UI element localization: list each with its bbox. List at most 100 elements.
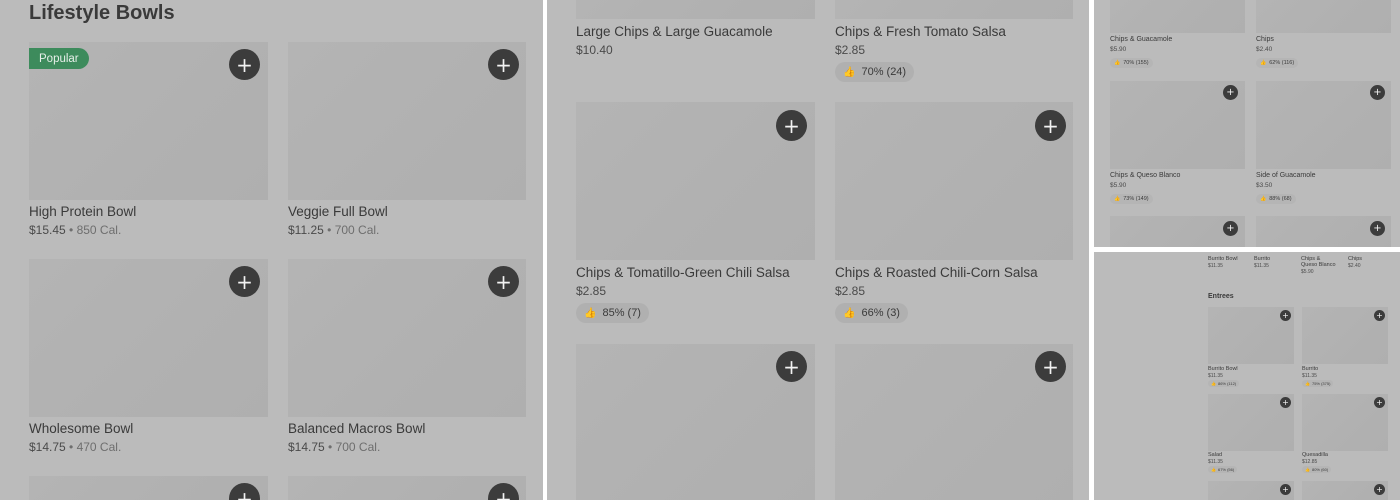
rating-pill: 👍 88% (68) xyxy=(1256,194,1296,204)
thumbs-up-icon: 👍 xyxy=(1305,381,1310,386)
thumbs-up-icon: 👍 xyxy=(1260,60,1267,66)
add-item-button[interactable]: + xyxy=(1280,484,1291,495)
item-name[interactable]: Large Chips & Large Guacamole xyxy=(576,24,773,39)
add-item-button[interactable]: + xyxy=(229,49,260,80)
item-name[interactable]: Burrito Bowl xyxy=(1208,366,1238,372)
item-name[interactable]: Chips & Tomatillo-Green Chili Salsa xyxy=(576,265,790,280)
plus-icon: + xyxy=(1226,87,1235,98)
item-name[interactable]: Quesadilla xyxy=(1302,452,1328,458)
item-price-calories: $14.75 • 700 Cal. xyxy=(288,440,381,454)
item-name[interactable]: Burrito xyxy=(1254,256,1270,262)
item-price: $12.85 xyxy=(1302,459,1318,465)
product-image-chips[interactable] xyxy=(1256,0,1391,33)
plus-icon: + xyxy=(1376,485,1383,494)
plus-icon: + xyxy=(1376,398,1383,407)
item-price: $11.35 xyxy=(1208,459,1223,465)
item-price: $10.40 xyxy=(576,43,613,57)
plus-icon: + xyxy=(1042,354,1059,379)
item-price: $2.85 xyxy=(576,284,607,298)
rating-pill: 👍 70% (24) xyxy=(835,62,915,82)
add-item-button[interactable]: + xyxy=(488,266,519,297)
add-item-button[interactable]: + xyxy=(1035,110,1066,141)
product-image-large-chips-large-guacamole[interactable] xyxy=(576,0,815,19)
plus-icon: + xyxy=(1376,311,1383,320)
item-name[interactable]: Side of Guacamole xyxy=(1256,172,1316,179)
rating-pill: 👍 75% (375) xyxy=(1302,380,1334,387)
item-name[interactable]: Balanced Macros Bowl xyxy=(288,421,425,436)
plus-icon: + xyxy=(1282,398,1289,407)
add-item-button[interactable]: + xyxy=(229,266,260,297)
plus-icon: + xyxy=(236,52,253,77)
plus-icon: + xyxy=(1373,87,1382,98)
item-name[interactable]: Chips xyxy=(1348,256,1362,262)
item-price: $5.90 xyxy=(1110,46,1127,53)
add-item-button[interactable]: + xyxy=(776,351,807,382)
add-item-button[interactable]: + xyxy=(1223,85,1238,100)
item-price: $5.90 xyxy=(1110,182,1127,189)
item-name[interactable]: Chips & Fresh Tomato Salsa xyxy=(835,24,1006,39)
item-price: $2.85 xyxy=(835,43,866,57)
item-price: $11.35 xyxy=(1208,263,1223,269)
plus-icon: + xyxy=(783,354,800,379)
rating-pill: 👍 67% (56) xyxy=(1208,466,1238,473)
popular-badge: Popular xyxy=(29,48,89,69)
item-name[interactable]: Chips & Queso Blanco xyxy=(1110,172,1180,179)
thumbs-up-icon: 👍 xyxy=(1211,467,1216,472)
sides-panel: Large Chips & Large Guacamole $10.40 Chi… xyxy=(547,0,1089,500)
section-title-entrees: Entrees xyxy=(1208,293,1234,300)
add-item-button[interactable]: + xyxy=(1035,351,1066,382)
add-item-button[interactable]: + xyxy=(1374,397,1385,408)
add-item-button[interactable]: + xyxy=(1280,397,1291,408)
add-item-button[interactable]: + xyxy=(1280,310,1291,321)
item-name[interactable]: Chips & Guacamole xyxy=(1110,36,1172,43)
add-item-button[interactable]: + xyxy=(488,49,519,80)
rating-pill: 👍 85% (7) xyxy=(576,303,649,323)
rating-pill: 👍 86% (112) xyxy=(1208,380,1240,387)
item-price: $11.35 xyxy=(1254,263,1269,269)
entrees-panel: Burrito Bowl $11.35 Burrito $11.35 Chips… xyxy=(1094,252,1400,500)
item-price: $5.90 xyxy=(1301,269,1314,275)
item-name[interactable]: Salad xyxy=(1208,452,1222,458)
thumbs-up-icon: 👍 xyxy=(1305,467,1310,472)
product-image-chips-fresh-tomato-salsa[interactable] xyxy=(835,0,1073,19)
add-item-button[interactable]: + xyxy=(1370,221,1385,236)
plus-icon: + xyxy=(1373,223,1382,234)
item-name[interactable]: Veggie Full Bowl xyxy=(288,204,388,219)
item-price: $11.35 xyxy=(1302,373,1317,379)
item-name[interactable]: Chips & Roasted Chili-Corn Salsa xyxy=(835,265,1038,280)
add-item-button[interactable]: + xyxy=(1374,310,1385,321)
item-price: $2.40 xyxy=(1348,263,1361,269)
item-name[interactable]: High Protein Bowl xyxy=(29,204,136,219)
item-name[interactable]: Wholesome Bowl xyxy=(29,421,133,436)
add-item-button[interactable]: + xyxy=(776,110,807,141)
thumbs-up-icon: 👍 xyxy=(843,307,856,319)
add-item-button[interactable]: + xyxy=(1370,85,1385,100)
rating-pill: 👍 80% (60) xyxy=(1302,466,1332,473)
thumbs-up-icon: 👍 xyxy=(1211,381,1216,386)
plus-icon: + xyxy=(236,486,253,500)
thumbs-up-icon: 👍 xyxy=(1260,196,1267,202)
plus-icon: + xyxy=(1282,311,1289,320)
plus-icon: + xyxy=(236,269,253,294)
product-image-chips-guacamole[interactable] xyxy=(1110,0,1245,33)
item-price: $11.35 xyxy=(1208,373,1223,379)
item-price-calories: $11.25 • 700 Cal. xyxy=(288,223,380,237)
plus-icon: + xyxy=(495,486,512,500)
plus-icon: + xyxy=(1042,113,1059,138)
item-price: $2.85 xyxy=(835,284,866,298)
item-price-calories: $14.75 • 470 Cal. xyxy=(29,440,122,454)
plus-icon: + xyxy=(783,113,800,138)
item-name[interactable]: Burrito xyxy=(1302,366,1318,372)
item-name[interactable]: Chips & Queso Blanco xyxy=(1301,256,1337,268)
rating-pill: 👍 62% (116) xyxy=(1256,58,1299,68)
add-item-button[interactable]: + xyxy=(1374,484,1385,495)
item-name[interactable]: Chips xyxy=(1256,36,1274,43)
thumbs-up-icon: 👍 xyxy=(1114,196,1121,202)
plus-icon: + xyxy=(495,52,512,77)
item-name[interactable]: Burrito Bowl xyxy=(1208,256,1238,262)
item-price-calories: $15.45 • 850 Cal. xyxy=(29,223,122,237)
thumbs-up-icon: 👍 xyxy=(843,66,856,78)
add-item-button[interactable]: + xyxy=(1223,221,1238,236)
item-price: $2.40 xyxy=(1256,46,1273,53)
rating-pill: 👍 66% (3) xyxy=(835,303,908,323)
